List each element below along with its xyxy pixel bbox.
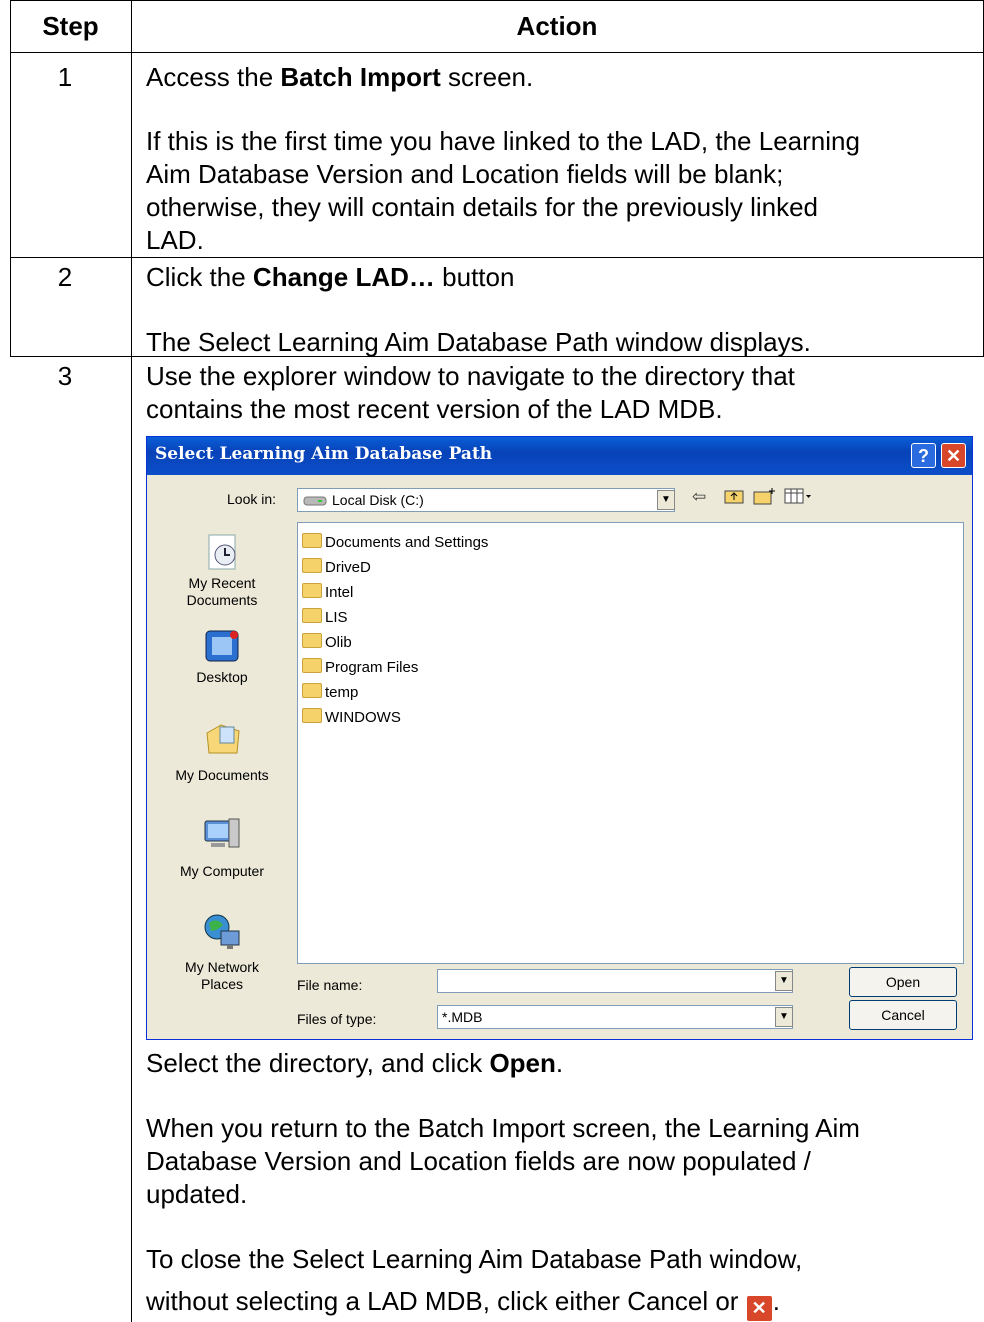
- help-button[interactable]: ?: [911, 443, 936, 468]
- folder-item[interactable]: Documents and Settings: [302, 533, 488, 553]
- recent-documents-icon: [208, 534, 236, 570]
- folder-item[interactable]: WINDOWS: [302, 708, 401, 728]
- look-in-dropdown-button[interactable]: ▼: [657, 490, 675, 510]
- cancel-button[interactable]: Cancel: [849, 1000, 957, 1030]
- procedure-document: Step Action 1 Access the Batch Import sc…: [0, 0, 984, 1322]
- file-name-label: File name:: [297, 977, 363, 993]
- instruction-text: Database Version and Location fields are…: [146, 1146, 811, 1176]
- look-in-label: Look in:: [227, 491, 277, 507]
- table-border-top: [10, 0, 984, 1]
- instruction-text: If this is the first time you have linke…: [146, 126, 860, 156]
- dialog-titlebar: Select Learning Aim Database Path ? ✕: [147, 437, 972, 475]
- files-of-type-select[interactable]: *.MDB: [437, 1005, 793, 1029]
- files-of-type-dropdown-button[interactable]: ▼: [775, 1007, 793, 1027]
- instruction-text: Access the Batch Import screen.: [146, 62, 534, 92]
- place-my-recent-documents[interactable]: My Recent Documents: [147, 575, 297, 609]
- file-list[interactable]: Documents and Settings DriveD Intel LIS …: [297, 522, 964, 964]
- look-in-select[interactable]: Local Disk (C:): [297, 488, 675, 512]
- place-desktop[interactable]: Desktop: [147, 669, 297, 686]
- instruction-text: otherwise, they will contain details for…: [146, 192, 819, 222]
- close-button[interactable]: ✕: [941, 443, 966, 468]
- step-number: 3: [57, 361, 73, 391]
- file-name-input[interactable]: [437, 969, 793, 993]
- instruction-text: without selecting a LAD MDB, click eithe…: [146, 1285, 780, 1322]
- header-step: Step: [42, 11, 99, 41]
- dialog-title: Select Learning Aim Database Path: [155, 444, 493, 464]
- files-of-type-label: Files of type:: [297, 1011, 377, 1027]
- folder-icon: [302, 533, 322, 548]
- table-border-left: [10, 0, 11, 357]
- up-folder-icon[interactable]: [724, 487, 746, 510]
- instruction-text: Aim Database Version and Location fields…: [146, 159, 784, 189]
- instruction-text: updated.: [146, 1179, 248, 1209]
- place-my-computer[interactable]: My Computer: [147, 863, 297, 880]
- folder-item[interactable]: LIS: [302, 608, 348, 628]
- folder-item[interactable]: temp: [302, 683, 358, 703]
- row-divider-1: [10, 257, 984, 258]
- instruction-text: LAD.: [146, 225, 204, 255]
- folder-item[interactable]: Olib: [302, 633, 352, 653]
- folder-item[interactable]: Program Files: [302, 658, 418, 678]
- new-folder-icon[interactable]: [753, 487, 777, 510]
- folder-icon: [302, 583, 322, 598]
- instruction-text: contains the most recent version of the …: [146, 394, 723, 424]
- my-documents-icon: [206, 724, 240, 754]
- place-my-network-places[interactable]: My Network Places: [147, 959, 297, 993]
- folder-item[interactable]: DriveD: [302, 558, 371, 578]
- file-name-dropdown-button[interactable]: ▼: [775, 971, 793, 991]
- instruction-text: Use the explorer window to navigate to t…: [146, 361, 795, 391]
- instruction-text: When you return to the Batch Import scre…: [146, 1113, 860, 1143]
- instruction-text: Select the directory, and click Open.: [146, 1048, 564, 1078]
- select-database-path-dialog: Select Learning Aim Database Path ? ✕ Lo…: [146, 436, 973, 1040]
- my-computer-icon: [204, 818, 240, 848]
- instruction-text: Click the Change LAD… button: [146, 262, 515, 292]
- open-button[interactable]: Open: [849, 967, 957, 997]
- views-menu-icon[interactable]: [784, 487, 812, 510]
- table-header-divider: [10, 52, 984, 53]
- step-number: 1: [57, 62, 73, 92]
- place-my-documents[interactable]: My Documents: [147, 767, 297, 784]
- folder-icon: [302, 683, 322, 698]
- folder-icon: [302, 558, 322, 573]
- instruction-text: To close the Select Learning Aim Databas…: [146, 1244, 803, 1274]
- folder-icon: [302, 633, 322, 648]
- step-number: 2: [57, 262, 73, 292]
- back-arrow-icon[interactable]: ⇦: [692, 487, 706, 507]
- desktop-icon: [205, 630, 239, 662]
- instruction-text: The Select Learning Aim Database Path wi…: [146, 327, 811, 357]
- folder-icon: [302, 708, 322, 723]
- look-in-value: Local Disk (C:): [332, 492, 424, 508]
- folder-icon: [302, 658, 322, 673]
- header-action: Action: [516, 11, 598, 41]
- close-icon: ✕: [745, 1295, 773, 1322]
- drive-icon: [303, 496, 327, 506]
- folder-item[interactable]: Intel: [302, 583, 353, 603]
- my-network-places-icon: [204, 914, 240, 949]
- column-divider: [131, 0, 132, 1322]
- folder-icon: [302, 608, 322, 623]
